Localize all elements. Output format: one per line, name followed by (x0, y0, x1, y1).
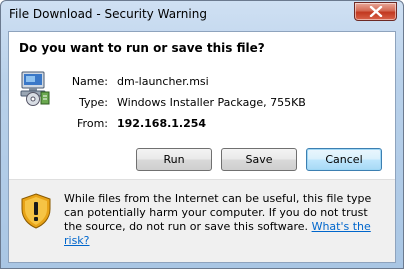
warning-shield-icon (21, 193, 51, 229)
from-label: From: (77, 117, 108, 130)
file-name: dm-launcher.msi (117, 75, 209, 88)
cancel-button[interactable]: Cancel (306, 148, 382, 171)
warning-message: While files from the Internet can be use… (64, 192, 389, 248)
warning-pane: While files from the Internet can be use… (9, 179, 395, 262)
name-label: Name: (71, 75, 108, 88)
download-dialog-window: File Download - Security Warning Do you … (0, 0, 404, 269)
save-button[interactable]: Save (221, 148, 297, 171)
title-bar[interactable]: File Download - Security Warning (1, 1, 403, 30)
window-title: File Download - Security Warning (9, 7, 207, 21)
dialog-question: Do you want to run or save this file? (19, 41, 265, 55)
file-source: 192.168.1.254 (117, 117, 207, 130)
type-label: Type: (79, 96, 108, 109)
file-type: Windows Installer Package, 755KB (117, 96, 306, 109)
dialog-content: Do you want to run or save this file? Na… (8, 31, 396, 263)
close-icon (369, 6, 383, 17)
run-button[interactable]: Run (136, 148, 212, 171)
close-button[interactable] (354, 2, 397, 21)
installer-package-icon (20, 71, 50, 106)
